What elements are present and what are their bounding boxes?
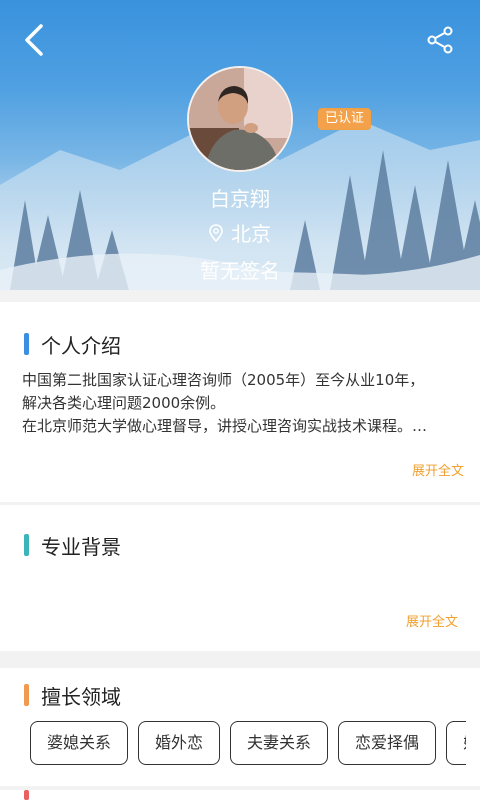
expertise-title: 擅长领域 <box>41 684 121 709</box>
location: 北京 <box>0 218 480 247</box>
expertise-card: 擅长领域 婆媳关系 婚外恋 夫妻关系 恋爱择偶 婚 <box>0 668 480 786</box>
tag[interactable]: 夫妻关系 <box>230 721 329 765</box>
background-header: 专业背景 <box>0 530 480 560</box>
intro-line: 解决各类心理问题2000余例。 <box>22 394 226 412</box>
tag[interactable]: 婚外恋 <box>138 721 221 765</box>
intro-text: 中国第二批国家认证心理咨询师（2005年）至今从业10年， 解决各类心理问题20… <box>0 369 480 438</box>
next-card <box>0 790 480 800</box>
intro-title: 个人介绍 <box>41 333 121 358</box>
section-accent-bar <box>24 684 29 706</box>
background-expand-link[interactable]: 展开全文 <box>406 611 458 630</box>
expertise-header: 擅长领域 <box>0 680 480 710</box>
map-pin-icon <box>209 223 223 242</box>
verified-badge: 已认证 <box>318 108 372 130</box>
tag[interactable]: 婚 <box>446 721 466 765</box>
section-accent-bar <box>24 534 29 556</box>
avatar-photo <box>189 68 291 170</box>
signature: 暂无签名 <box>200 259 280 283</box>
profile-header: 已认证 白京翔 北京 暂无签名 <box>0 0 480 290</box>
user-name: 白京翔 <box>210 187 270 211</box>
background-title: 专业背景 <box>41 534 121 559</box>
share-button[interactable] <box>422 22 458 58</box>
avatar[interactable] <box>187 66 293 172</box>
tag[interactable]: 婆媳关系 <box>30 721 129 765</box>
tag[interactable]: 恋爱择偶 <box>338 721 437 765</box>
back-button[interactable] <box>16 20 52 60</box>
background-card: 专业背景 展开全文 <box>0 505 480 651</box>
intro-line: 在北京师范大学做心理督导，讲授心理咨询实战技术课程。… <box>22 417 428 435</box>
chevron-left-icon <box>25 24 43 56</box>
expertise-tags: 婆媳关系 婚外恋 夫妻关系 恋爱择偶 婚 <box>0 721 466 765</box>
share-icon <box>427 26 453 54</box>
section-accent-bar <box>24 790 29 800</box>
section-accent-bar <box>24 333 29 355</box>
intro-expand-link[interactable]: 展开全文 <box>412 460 464 479</box>
intro-card: 个人介绍 中国第二批国家认证心理咨询师（2005年）至今从业10年， 解决各类心… <box>0 302 480 502</box>
location-text: 北京 <box>231 222 271 246</box>
intro-header: 个人介绍 <box>0 329 480 359</box>
intro-line: 中国第二批国家认证心理咨询师（2005年）至今从业10年， <box>22 371 425 389</box>
